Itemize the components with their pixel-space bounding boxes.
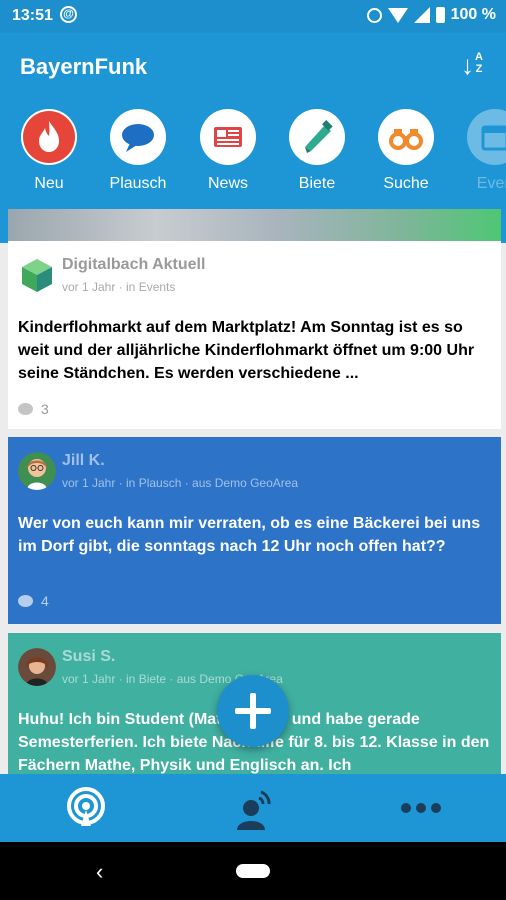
more-dots-icon[interactable] — [391, 784, 451, 832]
post-author[interactable]: Jill K. — [62, 452, 105, 470]
saw-icon — [289, 109, 345, 165]
post-meta: vor 1 Jahr · in Plausch · aus Demo GeoAr… — [62, 476, 299, 490]
avatar — [18, 256, 56, 294]
comment-icon — [18, 595, 33, 607]
category-label: Biete — [298, 175, 336, 192]
category-label: News — [207, 175, 248, 192]
category-plausch[interactable]: Plausch — [98, 109, 178, 193]
post-card[interactable]: Jill K. vor 1 Jahr · in Plausch · aus De… — [8, 437, 501, 624]
post-body: Kinderflohmarkt auf dem Marktplatz! Am S… — [18, 319, 475, 382]
category-suche[interactable]: Suche — [366, 109, 446, 193]
post-author[interactable]: Susi S. — [62, 648, 115, 666]
category-label: Neu — [34, 175, 64, 192]
battery-percent: 100 % — [450, 6, 496, 23]
sort-az-icon[interactable]: ↓ AZ — [458, 51, 492, 83]
category-bar: Neu Plausch News Biete Suche Eve — [0, 109, 506, 209]
category-label: Plausch — [109, 175, 167, 192]
category-events[interactable]: Even — [455, 109, 506, 193]
flame-icon — [21, 109, 77, 165]
avatar — [18, 452, 56, 490]
post-body: Wer von euch kann mir verraten, ob es ei… — [18, 515, 481, 555]
alarm-icon — [366, 7, 382, 23]
chat-bubble-icon — [110, 109, 166, 165]
post-meta: vor 1 Jahr · in Events — [62, 280, 176, 294]
comment-count-value: 3 — [41, 401, 49, 417]
category-news[interactable]: News — [188, 109, 268, 193]
wifi-icon — [387, 7, 408, 23]
bottom-nav — [0, 774, 506, 842]
sync-icon: @ — [60, 6, 77, 23]
broadcast-icon[interactable] — [56, 784, 116, 832]
category-biete[interactable]: Biete — [277, 109, 357, 193]
profile-signal-icon[interactable] — [223, 784, 283, 832]
calendar-icon — [467, 109, 506, 165]
status-bar: 13:51 @ 100 % — [0, 0, 506, 33]
comment-count[interactable]: 4 — [18, 593, 49, 609]
avatar — [18, 648, 56, 686]
back-icon[interactable]: ‹ — [96, 859, 103, 885]
home-pill[interactable] — [236, 864, 270, 878]
newspaper-icon — [200, 109, 256, 165]
add-post-button[interactable] — [217, 675, 289, 747]
battery-icon — [435, 7, 445, 23]
status-time: 13:51 — [12, 7, 53, 24]
category-label: Suche — [383, 175, 429, 192]
app-title: BayernFunk — [20, 54, 148, 79]
system-nav-bar: ‹ — [0, 842, 506, 900]
comment-count-value: 4 — [41, 593, 49, 609]
category-neu[interactable]: Neu — [9, 109, 89, 193]
binoculars-icon — [378, 109, 434, 165]
comment-icon — [18, 403, 33, 415]
post-card[interactable]: Digitalbach Aktuell vor 1 Jahr · in Even… — [8, 241, 501, 429]
comment-count[interactable]: 3 — [18, 401, 49, 417]
post-image[interactable] — [8, 209, 501, 241]
category-label: Even — [476, 175, 506, 192]
cell-signal-icon — [413, 7, 430, 23]
post-author[interactable]: Digitalbach Aktuell — [62, 256, 205, 274]
